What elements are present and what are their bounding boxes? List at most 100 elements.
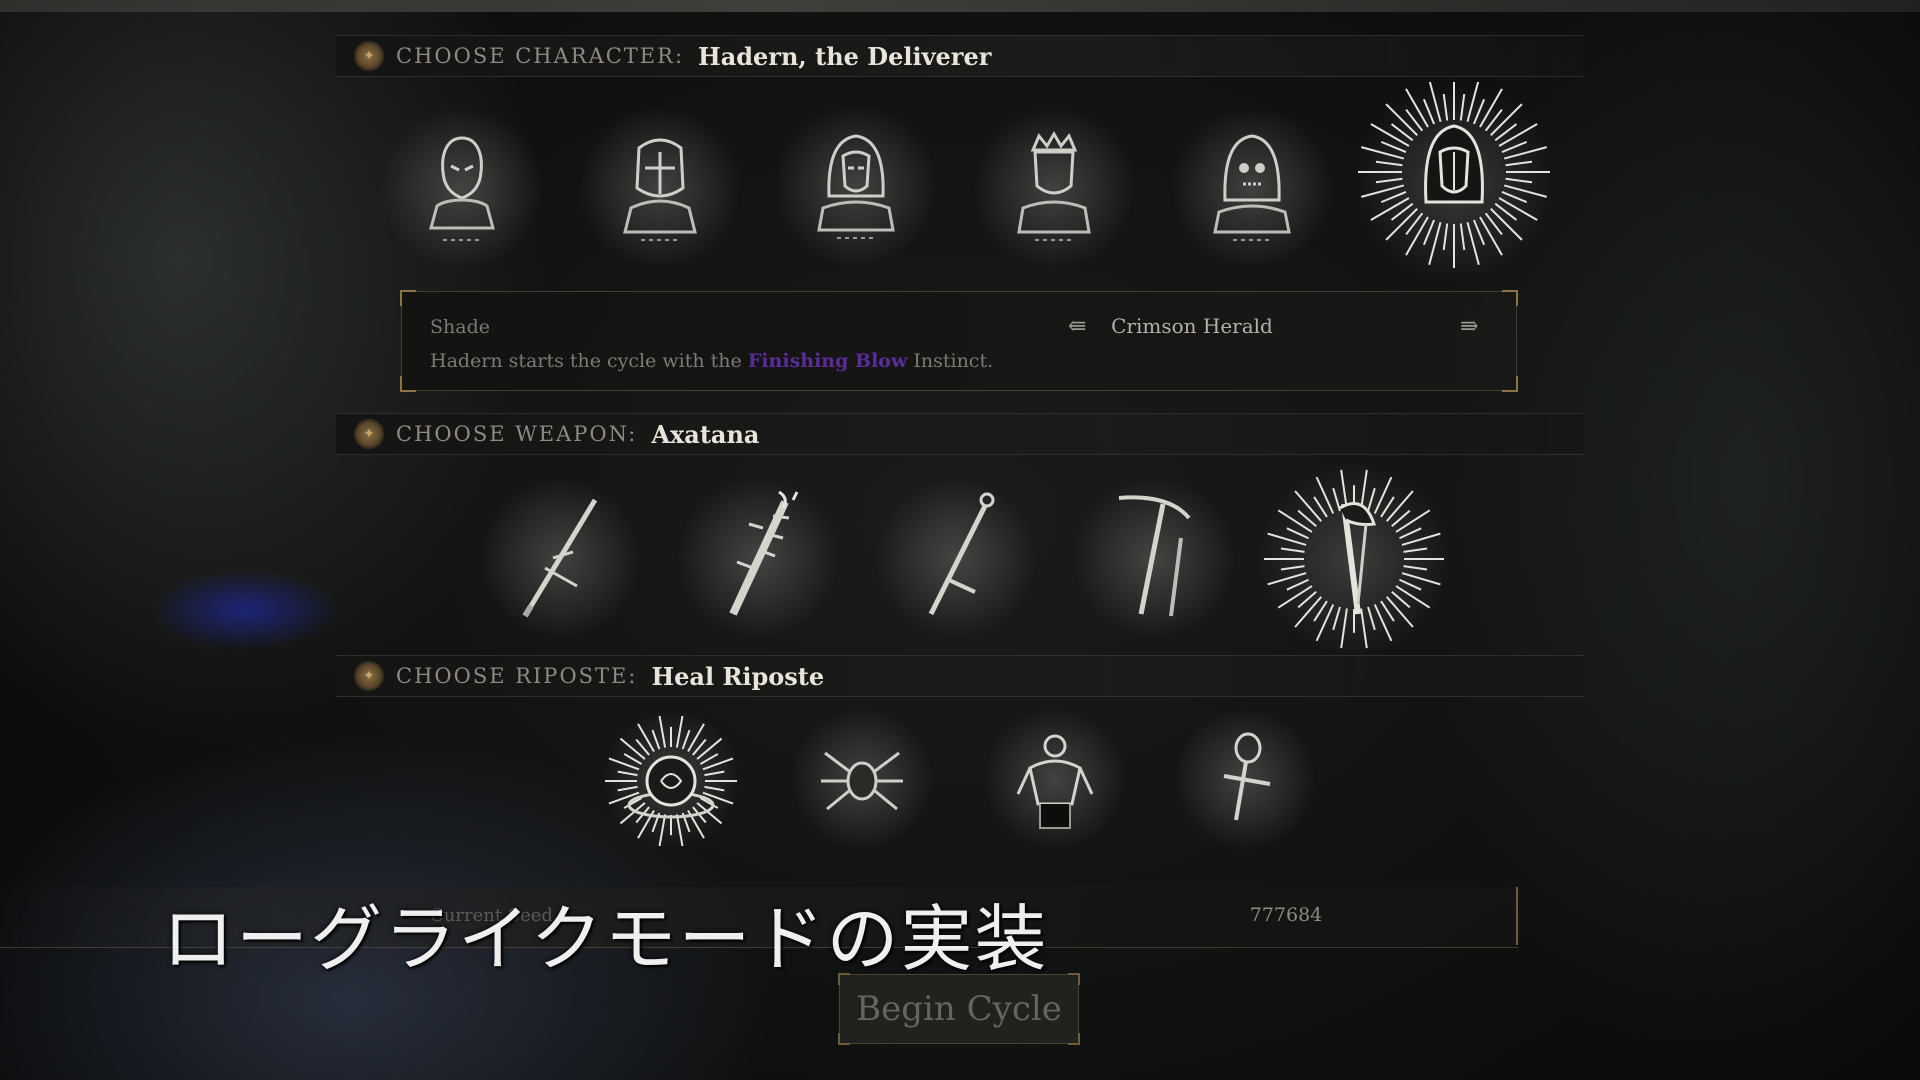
radiance-ray — [1479, 88, 1503, 128]
radiance-ray — [1399, 527, 1422, 540]
rogue-mode-screen: ✦ CHOOSE CHARACTER: Hadern, the Delivere… — [0, 0, 1920, 1080]
radiance-ray — [1472, 219, 1486, 246]
radiance-ray — [1403, 565, 1428, 571]
radiance-ray — [1373, 604, 1393, 642]
button-corner — [838, 973, 850, 985]
skull-hood-icon — [1213, 134, 1291, 241]
radiance-ray — [1422, 98, 1436, 125]
greatsword-icon — [928, 492, 995, 616]
radiance-ray — [1286, 527, 1309, 540]
radiance-ray — [1399, 578, 1422, 591]
scythe-icon — [1118, 495, 1191, 617]
radiance-ray — [1459, 93, 1466, 121]
radiance-ray — [1385, 596, 1414, 628]
heal-riposte-selected-icon[interactable] — [601, 709, 741, 849]
button-corner — [838, 1033, 850, 1045]
character-portrait-1[interactable] — [382, 108, 542, 268]
radiance-ray — [1403, 547, 1428, 553]
weapon-spiked-mace-icon[interactable] — [678, 478, 838, 638]
pentagram-emblem-icon: ✦ — [356, 663, 382, 689]
radiance-ray — [1286, 578, 1309, 591]
radiance-ray — [1277, 585, 1313, 609]
radiance-ray — [1360, 469, 1368, 510]
spiked-mace-icon — [729, 490, 799, 616]
pentagram-emblem-icon: ✦ — [356, 43, 382, 69]
radiance-ray — [1490, 208, 1523, 241]
radiance-ray — [1370, 123, 1410, 147]
radiance-ray — [1367, 487, 1376, 512]
radiance-ray — [1472, 98, 1486, 125]
radiance-ray — [658, 814, 667, 847]
radiance-ray — [1385, 490, 1414, 522]
radiance-ray — [1501, 140, 1528, 154]
character-portrait-4[interactable] — [974, 108, 1134, 268]
radiance-ray — [1405, 88, 1429, 128]
radiance-ray — [1375, 160, 1403, 167]
spider-riposte-icon[interactable] — [792, 709, 932, 849]
seed-value-field[interactable]: 777684 — [1216, 904, 1356, 926]
radiance-ray — [675, 814, 684, 847]
prev-variant-arrow-icon[interactable]: ⇚ — [1068, 314, 1086, 339]
button-corner — [1068, 973, 1080, 985]
radiance-ray — [617, 785, 638, 792]
radiance-ray — [1373, 476, 1393, 514]
radiance-ray — [1498, 197, 1538, 221]
radiance-ray — [699, 753, 719, 765]
weapon-axatana-selected-icon[interactable] — [1254, 464, 1454, 654]
begin-cycle-button[interactable]: Begin Cycle — [838, 973, 1080, 1045]
begin-cycle-label: Begin Cycle — [856, 989, 1062, 1029]
radiance-ray — [1459, 223, 1466, 251]
radiance-ray — [1442, 93, 1449, 121]
choose-riposte-label: CHOOSE RIPOSTE: — [396, 664, 638, 688]
variant-name: Crimson Herald — [1111, 314, 1273, 338]
weapon-scythe-icon[interactable] — [1074, 478, 1234, 638]
helmeted-knight-icon — [623, 138, 697, 241]
choose-weapon-label: CHOOSE WEAPON: — [396, 422, 638, 446]
figure-riposte-icon[interactable] — [985, 709, 1125, 849]
radiance-ray — [1370, 197, 1410, 221]
radiant-hadern-icon — [1358, 82, 1550, 268]
radiance-ray — [1498, 123, 1538, 147]
radiance-ray — [681, 729, 691, 750]
character-portrait-2[interactable] — [580, 108, 740, 268]
radiance-ray — [675, 715, 684, 748]
description-suffix: Instinct. — [907, 350, 994, 372]
weapon-sword-icon[interactable] — [480, 478, 640, 638]
radiance-ray — [1332, 606, 1341, 631]
next-variant-arrow-icon[interactable]: ⇛ — [1460, 314, 1478, 339]
panel-corner — [1502, 290, 1518, 306]
button-corner — [1068, 1033, 1080, 1045]
radiance-ray — [658, 715, 667, 748]
radiance-ray — [617, 770, 638, 777]
weapon-greatsword-icon[interactable] — [876, 478, 1036, 638]
radiance-ray — [1294, 490, 1323, 522]
radiance-ray — [1332, 487, 1341, 512]
radiance-ray — [1490, 103, 1523, 136]
ankh-riposte-icon[interactable] — [1175, 709, 1315, 849]
radiance-ray — [1479, 216, 1503, 256]
radiance-ray — [696, 737, 723, 760]
background-glow — [150, 570, 340, 650]
panel-corner — [400, 290, 416, 306]
top-border-strip — [0, 0, 1920, 12]
radiance-ray — [1385, 103, 1418, 136]
video-subtitle: ローグライクモードの実装 — [162, 897, 1049, 981]
spider-icon — [821, 751, 903, 811]
choose-riposte-bar: ✦ CHOOSE RIPOSTE: Heal Riposte — [336, 655, 1584, 697]
character-portrait-5[interactable] — [1172, 108, 1332, 268]
choose-character-bar: ✦ CHOOSE CHARACTER: Hadern, the Delivere… — [336, 35, 1584, 77]
radiance-ray — [1294, 596, 1323, 628]
hooded-figure-icon — [817, 134, 895, 239]
character-portrait-3[interactable] — [776, 106, 936, 266]
muscular-figure-icon — [1016, 734, 1094, 829]
radiance-ray — [1360, 608, 1368, 649]
panel-corner — [1502, 376, 1518, 392]
radiance-ray — [623, 753, 643, 765]
radiance-ray — [687, 723, 705, 753]
radiance-ray — [651, 729, 661, 750]
character-portrait-hadern-selected[interactable] — [1354, 82, 1554, 282]
radiance-ray — [1340, 608, 1348, 649]
radiance-ray — [1395, 585, 1431, 609]
radiance-ray — [704, 785, 725, 792]
radiance-ray — [1315, 604, 1335, 642]
